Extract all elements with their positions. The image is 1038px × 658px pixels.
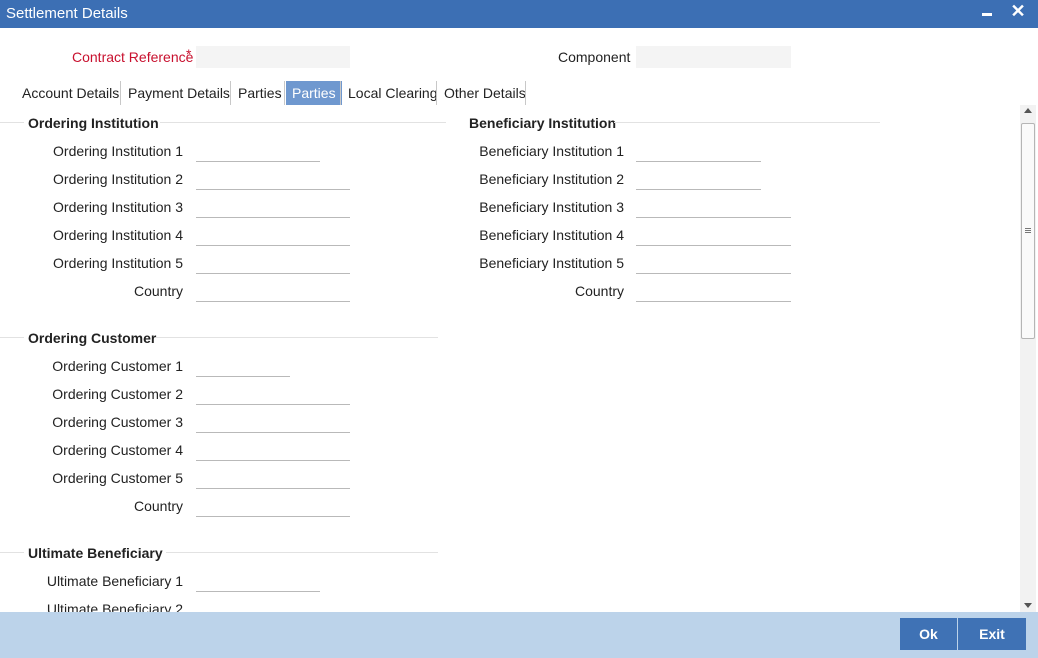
scroll-down-arrow-icon[interactable] bbox=[1024, 603, 1032, 608]
scroll-up-arrow-icon[interactable] bbox=[1024, 108, 1032, 113]
ultimate-beneficiary-1-input[interactable] bbox=[196, 591, 320, 592]
beneficiary-institution-2-label: Beneficiary Institution 2 bbox=[479, 171, 624, 187]
ordering-customer-title: Ordering Customer bbox=[28, 330, 157, 346]
tab-other-details[interactable]: Other Details bbox=[438, 81, 532, 105]
ordering-customer-5-input[interactable] bbox=[196, 488, 350, 489]
contract-reference-input[interactable] bbox=[196, 46, 350, 68]
beneficiary-institution-1-input[interactable] bbox=[636, 161, 761, 162]
section-divider bbox=[166, 552, 438, 553]
ordering-customer-3-input[interactable] bbox=[196, 432, 350, 433]
ordering-customer-4-label: Ordering Customer 4 bbox=[52, 442, 183, 458]
tab-separator bbox=[120, 81, 121, 105]
ordering-customer-4-input[interactable] bbox=[196, 460, 350, 461]
ordering-customer-2-label: Ordering Customer 2 bbox=[52, 386, 183, 402]
window-title: Settlement Details bbox=[6, 5, 128, 22]
tab-separator bbox=[284, 81, 285, 105]
beneficiary-institution-5-label: Beneficiary Institution 5 bbox=[479, 255, 624, 271]
tab-separator bbox=[230, 81, 231, 105]
tab-payment-details[interactable]: Payment Details bbox=[122, 81, 236, 105]
ordering-institution-title: Ordering Institution bbox=[28, 115, 159, 131]
beneficiary-institution-1-label: Beneficiary Institution 1 bbox=[479, 143, 624, 159]
ordering-institution-5-input[interactable] bbox=[196, 273, 350, 274]
tab-account-details[interactable]: Account Details bbox=[16, 81, 125, 105]
ordering-institution-2-label: Ordering Institution 2 bbox=[53, 171, 183, 187]
ordering-customer-1-label: Ordering Customer 1 bbox=[52, 358, 183, 374]
ordering-customer-1-input[interactable] bbox=[196, 376, 290, 377]
component-label: Component bbox=[558, 49, 631, 65]
beneficiary-institution-3-input[interactable] bbox=[636, 217, 791, 218]
ordering-institution-4-input[interactable] bbox=[196, 245, 350, 246]
ordering-institution-country-label: Country bbox=[133, 283, 183, 299]
section-divider bbox=[0, 122, 24, 123]
tab-parties[interactable]: Parties bbox=[232, 81, 288, 105]
ultimate-beneficiary-2-label: Ultimate Beneficiary 2 bbox=[46, 601, 183, 612]
tab-local-clearing[interactable]: Local Clearing bbox=[342, 81, 444, 105]
section-divider bbox=[156, 337, 438, 338]
ordering-institution-3-input[interactable] bbox=[196, 217, 350, 218]
tab-separator bbox=[525, 81, 526, 105]
ordering-institution-4-label: Ordering Institution 4 bbox=[53, 227, 183, 243]
exit-button[interactable]: Exit bbox=[958, 618, 1026, 650]
window-titlebar: Settlement Details ✕ bbox=[0, 0, 1038, 28]
ultimate-beneficiary-title: Ultimate Beneficiary bbox=[28, 545, 163, 561]
ordering-institution-5-label: Ordering Institution 5 bbox=[53, 255, 183, 271]
vertical-scrollbar[interactable] bbox=[1020, 105, 1036, 612]
footer-bar: Ok Exit bbox=[0, 612, 1038, 658]
ordering-customer-5-label: Ordering Customer 5 bbox=[52, 470, 183, 486]
tab-separator bbox=[340, 81, 341, 105]
beneficiary-institution-country-input[interactable] bbox=[636, 301, 791, 302]
tab-separator bbox=[436, 81, 437, 105]
beneficiary-institution-4-label: Beneficiary Institution 4 bbox=[479, 227, 624, 243]
contract-reference-label: Contract Reference bbox=[72, 49, 194, 65]
ordering-institution-2-input[interactable] bbox=[196, 189, 350, 190]
ok-button[interactable]: Ok bbox=[900, 618, 957, 650]
minimize-icon[interactable] bbox=[978, 0, 996, 28]
ordering-customer-3-label: Ordering Customer 3 bbox=[52, 414, 183, 430]
ordering-customer-country-label: Country bbox=[133, 498, 183, 514]
beneficiary-institution-3-label: Beneficiary Institution 3 bbox=[479, 199, 624, 215]
ordering-customer-country-input[interactable] bbox=[196, 516, 350, 517]
ordering-institution-country-input[interactable] bbox=[196, 301, 350, 302]
grip-icon bbox=[1025, 228, 1031, 233]
parties-panel: Ordering Institution Ordering Institutio… bbox=[0, 105, 1020, 612]
ordering-customer-2-input[interactable] bbox=[196, 404, 350, 405]
tab-parties-active[interactable]: Parties bbox=[286, 81, 342, 105]
ordering-institution-1-input[interactable] bbox=[196, 161, 320, 162]
ordering-institution-1-label: Ordering Institution 1 bbox=[53, 143, 183, 159]
beneficiary-institution-title: Beneficiary Institution bbox=[469, 115, 617, 131]
section-divider bbox=[0, 337, 24, 338]
close-icon[interactable]: ✕ bbox=[1008, 1, 1028, 23]
beneficiary-institution-2-input[interactable] bbox=[636, 189, 761, 190]
section-divider bbox=[0, 552, 24, 553]
beneficiary-institution-4-input[interactable] bbox=[636, 245, 791, 246]
component-input[interactable] bbox=[636, 46, 791, 68]
beneficiary-institution-5-input[interactable] bbox=[636, 273, 791, 274]
ultimate-beneficiary-1-label: Ultimate Beneficiary 1 bbox=[46, 573, 183, 589]
beneficiary-institution-country-label: Country bbox=[574, 283, 624, 299]
required-marker: * bbox=[186, 46, 192, 62]
scrollbar-thumb[interactable] bbox=[1021, 123, 1035, 339]
section-divider bbox=[614, 122, 880, 123]
ordering-institution-3-label: Ordering Institution 3 bbox=[53, 199, 183, 215]
section-divider bbox=[160, 122, 446, 123]
